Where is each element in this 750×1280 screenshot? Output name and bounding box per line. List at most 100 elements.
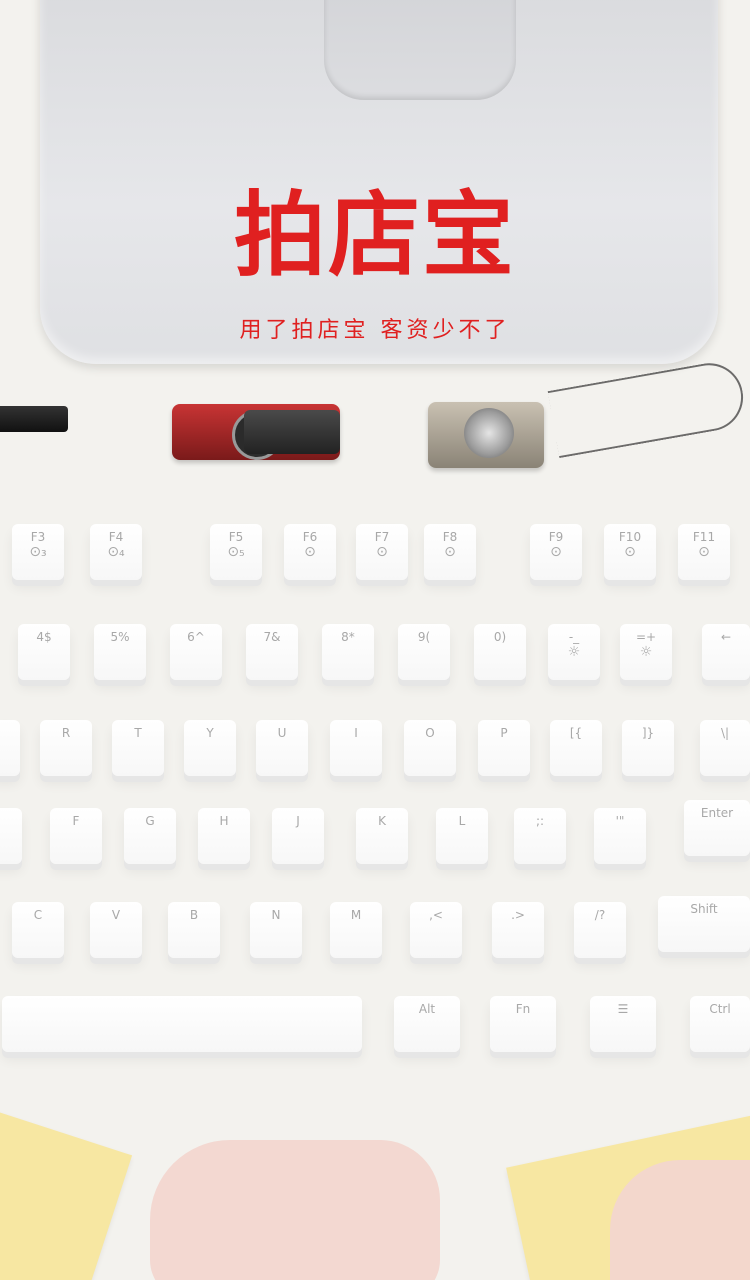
key-period: .>	[492, 902, 544, 958]
key-menu: ☰	[590, 996, 656, 1052]
key-bracket-left: [{	[550, 720, 602, 776]
key-f: F	[50, 808, 102, 864]
key-label: 9(	[417, 630, 431, 644]
key-label: 8*	[341, 630, 355, 644]
key-label: Alt	[418, 1002, 436, 1016]
key-label: [{	[569, 726, 583, 740]
spacebar	[2, 996, 362, 1052]
key-l: L	[436, 808, 488, 864]
key-label: K	[378, 814, 386, 828]
key-label: -_	[568, 630, 580, 644]
key-n: N	[250, 902, 302, 958]
key-symbol: ⊙	[304, 544, 316, 560]
key-label: 4$	[36, 630, 52, 644]
key-f9: F9 ⊙	[530, 524, 582, 580]
key-symbol: ⊙	[376, 544, 388, 560]
background-photo: 拍店宝 用了拍店宝 客资少不了 F3 ⊙₃ F4 ⊙₄ F5 ⊙₅ F6 ⊙ F…	[0, 0, 750, 1280]
key-f8: F8 ⊙	[424, 524, 476, 580]
key-label: F9	[548, 530, 564, 544]
key-p: P	[478, 720, 530, 776]
key-6: 6^	[170, 624, 222, 680]
key-symbol: ⊙	[698, 544, 710, 560]
key-d-edge	[0, 808, 22, 864]
brightness-up-icon: ☼	[639, 644, 653, 660]
key-f3: F3 ⊙₃	[12, 524, 64, 580]
key-comma: ,<	[410, 902, 462, 958]
key-label: G	[145, 814, 155, 828]
key-label: Ctrl	[709, 1002, 731, 1016]
key-label: ;:	[535, 814, 545, 828]
key-label: Enter	[700, 806, 734, 820]
key-e-edge	[0, 720, 20, 776]
key-i: I	[330, 720, 382, 776]
key-semicolon: ;:	[514, 808, 566, 864]
key-label: B	[189, 908, 199, 922]
key-label: Fn	[515, 1002, 531, 1016]
key-label: ]}	[641, 726, 655, 740]
key-j: J	[272, 808, 324, 864]
menu-icon: ☰	[617, 1002, 629, 1016]
key-o: O	[404, 720, 456, 776]
key-v: V	[90, 902, 142, 958]
key-label: F	[72, 814, 80, 828]
key-label: /?	[594, 908, 606, 922]
key-quote: '"	[594, 808, 646, 864]
key-shift: Shift	[658, 896, 750, 952]
key-minus: -_ ☼	[548, 624, 600, 680]
key-label: 7&	[263, 630, 281, 644]
key-label: Shift	[690, 902, 718, 916]
key-label: F11	[692, 530, 716, 544]
hand-left	[150, 1140, 440, 1280]
key-label: O	[425, 726, 435, 740]
key-bracket-right: ]}	[622, 720, 674, 776]
key-4: 4$	[18, 624, 70, 680]
key-label: \|	[720, 726, 730, 740]
key-alt: Alt	[394, 996, 460, 1052]
key-label: R	[61, 726, 71, 740]
key-r: R	[40, 720, 92, 776]
key-t: T	[112, 720, 164, 776]
key-label: I	[354, 726, 358, 740]
key-m: M	[330, 902, 382, 958]
key-h: H	[198, 808, 250, 864]
key-9: 9(	[398, 624, 450, 680]
key-c: C	[12, 902, 64, 958]
key-f10: F10 ⊙	[604, 524, 656, 580]
key-y: Y	[184, 720, 236, 776]
brightness-down-icon: ☼	[567, 644, 581, 660]
key-g: G	[124, 808, 176, 864]
key-label: Y	[206, 726, 214, 740]
key-label: F6	[302, 530, 318, 544]
key-symbol: ⊙	[624, 544, 636, 560]
key-label: J	[296, 814, 300, 828]
key-label: M	[350, 908, 362, 922]
key-f11: F11 ⊙	[678, 524, 730, 580]
key-label: F8	[442, 530, 458, 544]
key-symbol: ⊙	[444, 544, 456, 560]
key-fn: Fn	[490, 996, 556, 1052]
key-7: 7&	[246, 624, 298, 680]
key-equal: =+ ☼	[620, 624, 672, 680]
key-label: L	[458, 814, 466, 828]
key-label: C	[33, 908, 43, 922]
key-ctrl: Ctrl	[690, 996, 750, 1052]
key-backspace: ←	[702, 624, 750, 680]
key-label: V	[111, 908, 121, 922]
key-f7: F7 ⊙	[356, 524, 408, 580]
key-symbol: ⊙₅	[227, 544, 245, 560]
key-label: P	[500, 726, 508, 740]
key-label: F5	[228, 530, 244, 544]
key-f6: F6 ⊙	[284, 524, 336, 580]
key-label: .>	[511, 908, 525, 922]
key-label: N	[271, 908, 281, 922]
key-backslash: \|	[700, 720, 750, 776]
key-slash: /?	[574, 902, 626, 958]
key-label: '"	[615, 814, 625, 828]
key-0: 0)	[474, 624, 526, 680]
key-f5: F5 ⊙₅	[210, 524, 262, 580]
key-label: 6^	[187, 630, 205, 644]
key-label: T	[134, 726, 142, 740]
key-label: 5%	[110, 630, 130, 644]
key-label: 0)	[493, 630, 507, 644]
key-label: F4	[108, 530, 124, 544]
